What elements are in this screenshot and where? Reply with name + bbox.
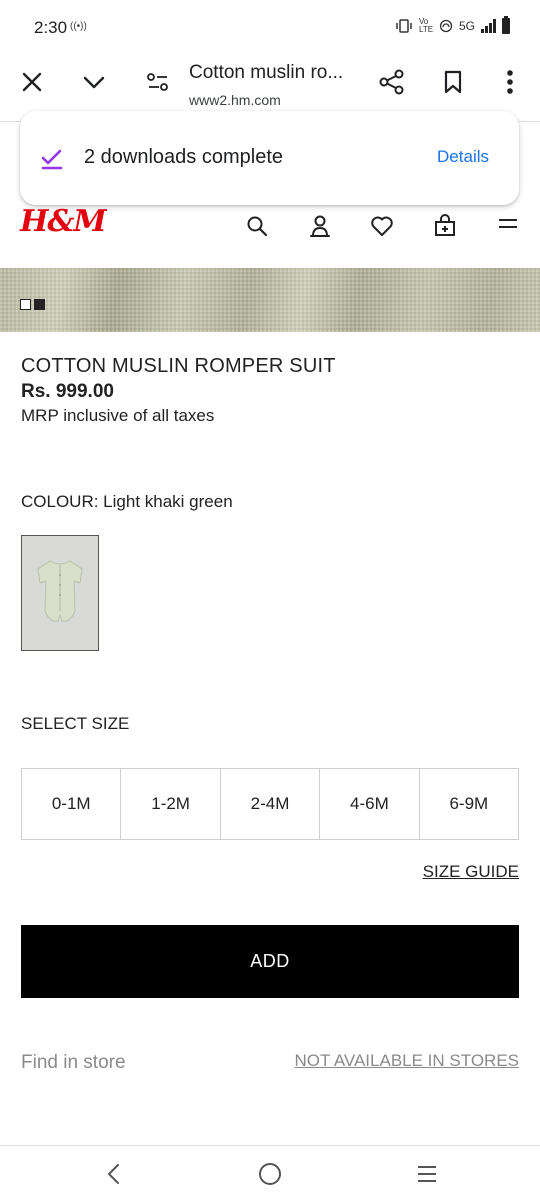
status-time: 2:30 bbox=[34, 18, 68, 37]
favorites-icon[interactable] bbox=[370, 214, 394, 238]
download-check-icon bbox=[40, 147, 64, 176]
size-option-6-9m[interactable]: 6-9M bbox=[420, 769, 518, 839]
download-message: 2 downloads complete bbox=[84, 146, 284, 168]
carousel-dot[interactable] bbox=[20, 299, 31, 310]
size-option-1-2m[interactable]: 1-2M bbox=[121, 769, 221, 839]
search-icon[interactable] bbox=[245, 214, 269, 238]
account-icon[interactable] bbox=[308, 214, 332, 238]
vibrate-icon bbox=[396, 19, 412, 33]
size-option-2-4m[interactable]: 2-4M bbox=[221, 769, 321, 839]
product-name: COTTON MUSLIN ROMPER SUIT bbox=[21, 355, 336, 377]
more-vert-icon[interactable] bbox=[494, 66, 526, 98]
add-to-bag-button[interactable]: ADD bbox=[21, 925, 519, 998]
page-title[interactable]: Cotton muslin ro... bbox=[189, 62, 343, 84]
size-option-0-1m[interactable]: 0-1M bbox=[22, 769, 122, 839]
chevron-down-icon[interactable] bbox=[78, 66, 110, 98]
close-icon[interactable] bbox=[16, 66, 48, 98]
tax-note: MRP inclusive of all taxes bbox=[21, 406, 215, 425]
bookmark-icon[interactable] bbox=[437, 66, 469, 98]
back-icon[interactable] bbox=[100, 1160, 128, 1188]
hotspot-icon: ((•)) bbox=[70, 21, 87, 32]
wifi-calling-icon bbox=[439, 19, 453, 33]
romper-thumbnail-icon bbox=[37, 560, 83, 622]
downloads-popup: 2 downloads complete Details bbox=[20, 111, 519, 205]
size-option-4-6m[interactable]: 4-6M bbox=[320, 769, 420, 839]
site-header: H&M bbox=[0, 200, 540, 258]
product-price: Rs. 999.00 bbox=[21, 381, 114, 402]
share-icon[interactable] bbox=[376, 66, 408, 98]
battery-icon bbox=[502, 16, 510, 34]
colour-label: COLOUR: Light khaki green bbox=[21, 492, 233, 511]
select-size-label: SELECT SIZE bbox=[21, 714, 130, 733]
network-label: 5G bbox=[458, 19, 475, 33]
cart-icon[interactable] bbox=[433, 214, 457, 238]
menu-icon[interactable] bbox=[496, 214, 520, 238]
volte-label: Vo​ LTE bbox=[418, 17, 434, 34]
carousel-dot-active[interactable] bbox=[34, 299, 45, 310]
product-image[interactable] bbox=[0, 268, 540, 332]
status-bar: 2:30 ((•)) Vo​ LTE 5G bbox=[0, 0, 540, 56]
hm-logo[interactable]: H&M bbox=[20, 204, 107, 239]
status-right: Vo​ LTE 5G bbox=[395, 16, 510, 34]
system-nav-bar bbox=[0, 1145, 540, 1200]
recents-icon[interactable] bbox=[413, 1160, 441, 1188]
colour-swatch[interactable] bbox=[21, 535, 99, 651]
page-url[interactable]: www2.hm.com bbox=[189, 92, 281, 108]
size-selector: 0-1M 1-2M 2-4M 4-6M 6-9M bbox=[21, 768, 519, 840]
store-availability-link[interactable]: NOT AVAILABLE IN STORES bbox=[294, 1051, 519, 1071]
home-icon[interactable] bbox=[256, 1160, 284, 1188]
find-in-store-link[interactable]: Find in store bbox=[21, 1052, 126, 1074]
size-guide-link[interactable]: SIZE GUIDE bbox=[423, 862, 519, 882]
page-settings-icon[interactable] bbox=[142, 66, 174, 98]
details-button[interactable]: Details bbox=[437, 147, 489, 167]
image-carousel-indicator[interactable] bbox=[20, 299, 45, 310]
signal-icon bbox=[481, 19, 496, 33]
